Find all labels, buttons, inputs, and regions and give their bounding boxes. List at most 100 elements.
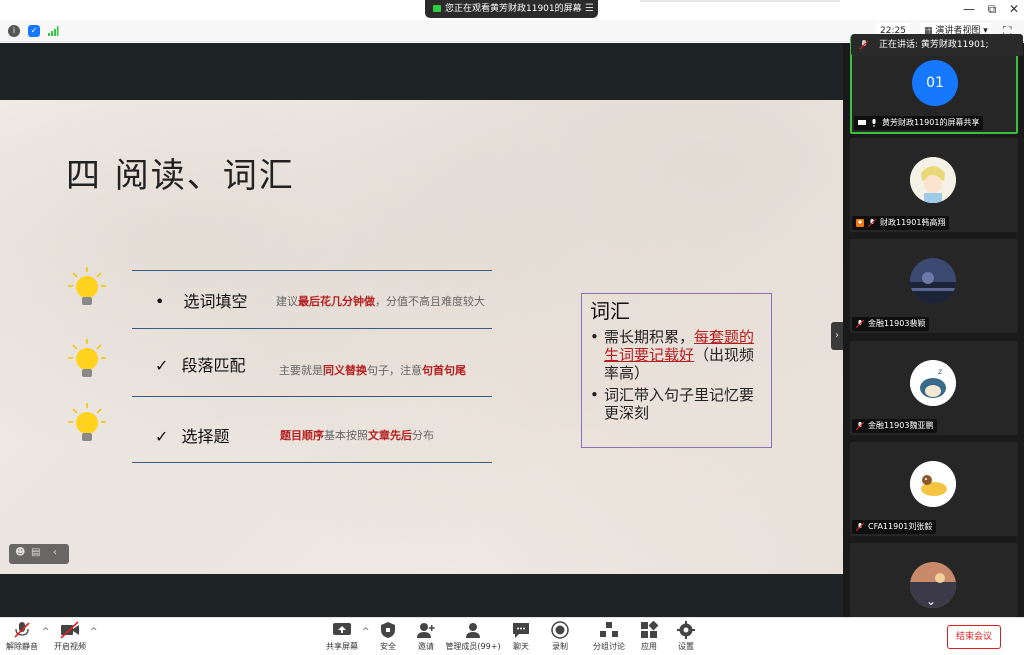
share-status-icon (433, 5, 441, 12)
start-video-label: 开启视频 (54, 642, 86, 651)
gear-icon (676, 621, 696, 639)
note-highlight: 题目顺序 (280, 429, 324, 442)
scroll-down-icon[interactable]: ⌄ (926, 594, 936, 608)
participant-name: 金融11903裴颖 (852, 317, 930, 331)
screen-share-icon (858, 120, 866, 125)
note-text: 基本按照 (324, 429, 368, 442)
participant-name-text: 黄芳财政11901的屏幕共享 (882, 118, 980, 127)
lightbulb-icon (68, 339, 106, 377)
share-notice-text: 您正在观看黄芳财政11901的屏幕 (445, 4, 582, 14)
presentation-slide: 四 阅读、词汇 • 选词填空 建议最后花几分钟做，分值不高且难度较大 ✓ 段落匹… (0, 100, 843, 574)
participant-name: CFA11901刘张毅 (852, 520, 937, 534)
divider-line (132, 396, 492, 397)
mic-muted-icon (859, 40, 869, 50)
participant-name: 金融11903魏亚鹏 (852, 419, 938, 433)
settings-button[interactable]: 设置 (656, 621, 716, 652)
note-text: 句子，注意 (367, 364, 422, 377)
note-highlight: 句首句尾 (422, 364, 466, 377)
row-label: 段落匹配 (181, 356, 246, 375)
participant-tile[interactable]: 财政11901韩高翔 (850, 138, 1018, 232)
emoji-icon[interactable]: ☻ (15, 547, 25, 558)
shield-icon (378, 621, 398, 639)
participant-tile[interactable]: z 金融11903魏亚鹏 (850, 341, 1018, 435)
participant-tile[interactable]: CFA11901刘张毅 (850, 442, 1018, 536)
note-highlight: 同义替换 (323, 364, 367, 377)
chevron-left-icon[interactable]: ‹ (53, 547, 57, 558)
minimize-button[interactable]: — (962, 2, 976, 16)
info-icon[interactable]: i (8, 25, 20, 37)
mic-muted-icon (856, 523, 864, 531)
lightbulb-icon (68, 403, 106, 441)
participant-tile[interactable]: 金融11903裴颖 (850, 239, 1018, 333)
mic-muted-icon (868, 219, 876, 227)
vocab-text: 需长期积累， (604, 328, 695, 346)
add-user-icon (416, 621, 436, 639)
check-marker: ✓ (155, 427, 169, 446)
speaking-label: 正在讲话: 黄芳财政11901; (879, 40, 989, 50)
row-heading: ✓ 选择题 (155, 423, 230, 447)
note-highlight: 最后花几分钟做 (298, 295, 375, 308)
participant-name: 黄芳财政11901的屏幕共享 (854, 116, 984, 130)
row-heading: ✓ 段落匹配 (155, 352, 246, 376)
settings-label: 设置 (678, 642, 694, 651)
mic-muted-icon (856, 320, 864, 328)
row-note: 主要就是同义替换句子，注意句首句尾 (279, 362, 466, 378)
mic-icon (872, 119, 876, 127)
comment-icon[interactable]: ▤ (31, 547, 40, 558)
slide-title: 四 阅读、词汇 (66, 156, 295, 196)
row-note: 建议最后花几分钟做，分值不高且难度较大 (276, 293, 485, 309)
participant-name-text: 金融11903裴颖 (868, 319, 926, 328)
note-text: ，分值不高且难度较大 (375, 295, 485, 308)
vocabulary-title: 词汇 (590, 299, 630, 323)
lightbulb-icon (68, 267, 106, 305)
row-label: 选词填空 (183, 292, 248, 311)
record-icon (550, 621, 570, 639)
slide-annotation-tools[interactable]: ☻ ▤ ‹ (9, 544, 69, 564)
vocabulary-item: 词汇带入句子里记忆要更深刻 (590, 386, 763, 422)
divider-line (132, 462, 492, 463)
participant-name-text: 金融11903魏亚鹏 (868, 421, 934, 430)
vocabulary-item: 需长期积累，每套题的生词要记载好（出现频率高） (590, 328, 763, 382)
row-note: 题目顺序基本按照文章先后分布 (280, 427, 434, 443)
note-text: 建议 (276, 295, 298, 308)
avatar: 01 (912, 60, 958, 106)
participant-name: 财政11901韩高翔 (852, 216, 950, 230)
host-icon (856, 219, 864, 227)
restore-button[interactable]: ⧉ (985, 2, 999, 16)
check-marker: ✓ (155, 356, 169, 375)
note-highlight: 文章先后 (368, 429, 412, 442)
meeting-toolbar: 解除静音 ^ 开启视频 ^ 共享屏幕 ^ 安全 邀请 管理成员(99+) 聊天 … (0, 617, 1024, 655)
screen-share-notice[interactable]: 您正在观看黄芳财政11901的屏幕 ☰ (425, 0, 598, 18)
shield-icon[interactable]: ✓ (28, 25, 40, 37)
avatar: z (910, 360, 956, 406)
title-divider (640, 0, 840, 2)
signal-icon[interactable] (47, 25, 59, 37)
avatar (910, 258, 956, 304)
view-options-icon[interactable]: ☰ (585, 0, 594, 18)
users-icon (463, 621, 483, 639)
row-label: 选择题 (181, 427, 230, 446)
svg-text:z: z (938, 367, 942, 376)
share-screen-icon (332, 621, 352, 639)
mic-muted-icon (856, 422, 864, 430)
end-meeting-button[interactable]: 结束会议 (947, 625, 1001, 649)
close-button[interactable]: ✕ (1007, 2, 1021, 16)
speaking-indicator: 正在讲话: 黄芳财政11901; (851, 34, 1023, 56)
participant-name-text: 财政11901韩高翔 (880, 218, 946, 227)
title-bar: 您正在观看黄芳财政11901的屏幕 ☰ — ⧉ ✕ (0, 0, 1024, 20)
vocabulary-box: 词汇 需长期积累，每套题的生词要记载好（出现频率高） 词汇带入句子里记忆要更深刻 (581, 293, 772, 448)
row-heading: • 选词填空 (155, 288, 248, 312)
bullet-marker: • (155, 292, 165, 311)
participant-name-text: CFA11901刘张毅 (868, 522, 933, 531)
video-off-icon (60, 621, 80, 639)
avatar (910, 157, 956, 203)
video-options-caret[interactable]: ^ (90, 627, 98, 637)
breakout-icon (599, 621, 619, 639)
avatar (910, 461, 956, 507)
chat-icon (511, 621, 531, 639)
divider-line (132, 270, 492, 271)
note-text: 主要就是 (279, 364, 323, 377)
shared-screen: 四 阅读、词汇 • 选词填空 建议最后花几分钟做，分值不高且难度较大 ✓ 段落匹… (0, 43, 843, 617)
collapse-panel-handle[interactable]: › (831, 322, 843, 350)
divider-line (132, 328, 492, 329)
